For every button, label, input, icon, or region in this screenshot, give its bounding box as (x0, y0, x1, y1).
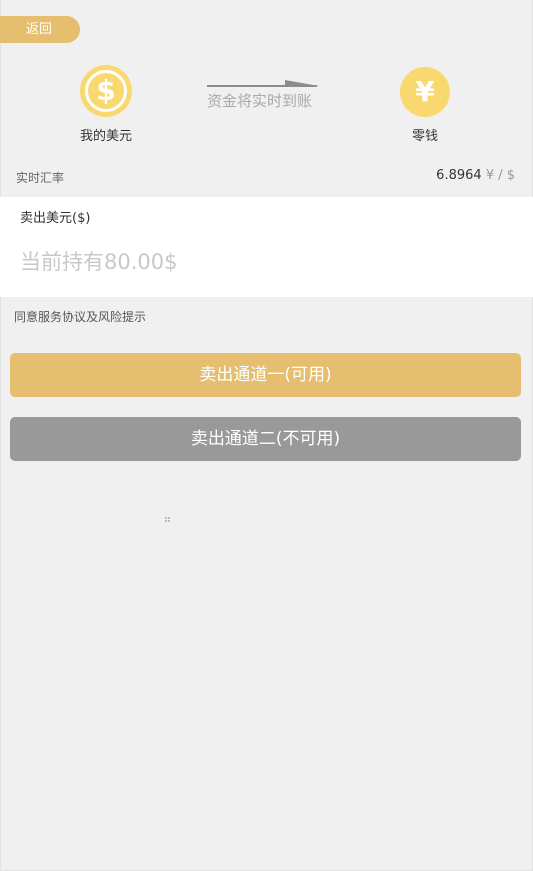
sell-panel: 卖出美元($) (0, 197, 533, 297)
agreement-link[interactable]: 同意服务协议及风险提示 (14, 308, 146, 325)
rate-number: 6.8964 (436, 168, 482, 183)
loading-dots-icon (165, 517, 170, 522)
transfer-note: 资金将实时到账 (207, 92, 313, 110)
exchange-rate-value: 6.8964 ¥ / $ (436, 168, 515, 183)
sell-amount-label: 卖出美元($) (20, 211, 91, 226)
destination-account-label: 零钱 (411, 129, 438, 144)
exchange-rate-label: 实时汇率 (16, 171, 65, 185)
yuan-sign-glyph: ¥ (415, 75, 435, 108)
dollar-sign-glyph: $ (96, 74, 116, 107)
dollar-coin-icon: $ (80, 65, 132, 117)
back-button[interactable]: 返回 (0, 16, 80, 43)
sell-channel-two-button[interactable]: 卖出通道二(不可用) (10, 417, 521, 461)
transfer-arrow-icon (207, 80, 319, 87)
rate-unit: ¥ / $ (485, 168, 515, 183)
yuan-coin-icon: ¥ (400, 67, 450, 117)
source-account-label: 我的美元 (79, 129, 132, 144)
sell-channel-one-button[interactable]: 卖出通道一(可用) (10, 353, 521, 397)
sell-amount-input[interactable] (20, 245, 510, 279)
